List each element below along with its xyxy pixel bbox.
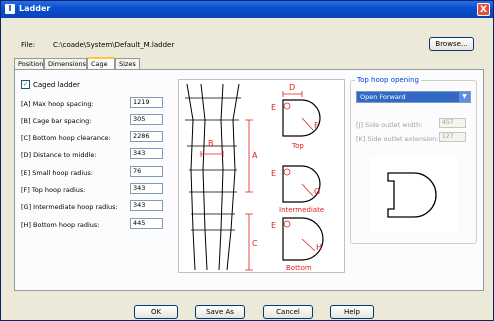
app-icon: I xyxy=(5,4,15,14)
bottom-hoop-radius-label: [H] Bottom hoop radius: xyxy=(21,221,100,229)
max-hoop-spacing-input[interactable]: 1219 xyxy=(130,97,163,108)
label-f: F xyxy=(314,121,319,130)
side-outlet-extension-label: [K] Side outlet extension: xyxy=(356,135,439,143)
caption-bottom: Bottom xyxy=(286,264,312,272)
cage-bar xyxy=(186,83,196,271)
ok-button[interactable]: OK xyxy=(134,305,178,319)
label-d: D xyxy=(289,83,295,92)
cage-bar xyxy=(200,83,208,271)
intermediate-hoop-shape xyxy=(282,165,321,203)
label-e-top: E xyxy=(271,103,276,112)
dimension-b xyxy=(200,151,224,157)
cage-bar-spacing-label: [B] Cage bar spacing: xyxy=(21,117,92,125)
ladder-dialog: I Ladder X File: C:\coade\System\Default… xyxy=(0,0,494,321)
hoop-opening-preview xyxy=(370,157,458,232)
distance-to-middle-label: [D] Distance to middle: xyxy=(21,151,97,159)
small-hoop-radius-label: [E] Small hoop radius: xyxy=(21,169,93,177)
side-outlet-width-label: [J] Side outlet width: xyxy=(356,121,423,129)
top-hoop-opening-title: Top hoop opening xyxy=(355,76,422,84)
save-as-button[interactable]: Save As xyxy=(195,305,245,319)
title-bar[interactable]: I Ladder X xyxy=(1,1,493,18)
label-g: G xyxy=(314,187,320,196)
label-e-bottom: E xyxy=(271,221,276,230)
side-outlet-extension-input[interactable]: 127 xyxy=(439,132,466,142)
intermediate-hoop-radius-input[interactable]: 343 xyxy=(130,200,163,211)
radius-lines xyxy=(301,117,316,252)
top-hoop-radius-label: [F] Top hoop radius: xyxy=(21,186,86,194)
caged-ladder-checkbox[interactable]: ✓ xyxy=(21,80,30,89)
hoop-opening-preview-shape xyxy=(387,172,437,218)
file-label: File: xyxy=(21,41,36,49)
intermediate-hoop-radius-label: [G] Intermediate hoop radius: xyxy=(21,203,118,211)
top-hoop-radius-input[interactable]: 343 xyxy=(130,183,163,194)
label-c: C xyxy=(252,239,258,248)
top-hoop-opening-value: Open Forward xyxy=(360,93,406,101)
tab-sizes[interactable]: Sizes xyxy=(115,58,140,69)
top-hoop-shape xyxy=(282,99,321,137)
small-hoop-radius-input[interactable]: 76 xyxy=(130,166,163,177)
top-hoop-opening-select[interactable]: Open Forward ▼ xyxy=(356,91,471,103)
chevron-down-icon[interactable]: ▼ xyxy=(459,92,470,102)
side-outlet-width-input[interactable]: 457 xyxy=(439,118,466,128)
small-hoop-marker xyxy=(283,168,291,176)
cage-diagram-drawing: B A C D E E E F G H Top Intermediate Bot… xyxy=(185,83,324,272)
help-button[interactable]: Help xyxy=(330,305,374,319)
label-b: B xyxy=(208,139,214,148)
bottom-hoop-shape xyxy=(282,217,324,261)
caged-ladder-label: Caged ladder xyxy=(33,81,80,89)
file-path: C:\coade\System\Default_M.ladder xyxy=(53,41,175,49)
browse-button[interactable]: Browse... xyxy=(429,37,474,51)
close-button[interactable]: X xyxy=(477,3,490,16)
label-h: H xyxy=(316,243,322,252)
cancel-button[interactable]: Cancel xyxy=(263,305,313,319)
caption-top: Top xyxy=(291,142,304,150)
label-a: A xyxy=(252,151,258,160)
tab-position[interactable]: Position xyxy=(14,58,44,69)
label-e-intermediate: E xyxy=(271,169,276,178)
small-hoop-marker xyxy=(283,220,291,228)
small-hoop-marker xyxy=(283,102,291,110)
cage-bar xyxy=(226,83,240,271)
cage-bar-spacing-input[interactable]: 305 xyxy=(130,114,163,125)
window-title: Ladder xyxy=(19,4,51,13)
max-hoop-spacing-label: [A] Max hoop spacing: xyxy=(21,100,94,108)
bottom-hoop-clearance-label: [C] Bottom hoop clearance: xyxy=(21,134,111,142)
caption-intermediate: Intermediate xyxy=(279,206,324,214)
bottom-hoop-radius-input[interactable]: 445 xyxy=(130,218,163,229)
tab-dimensions[interactable]: Dimensions xyxy=(44,58,87,69)
cage-bar xyxy=(218,83,224,271)
bottom-hoop-clearance-input[interactable]: 2286 xyxy=(130,131,163,142)
distance-to-middle-input[interactable]: 343 xyxy=(130,148,163,159)
cage-diagram: B A C D E E E F G H Top Intermediate Bot… xyxy=(178,79,345,273)
